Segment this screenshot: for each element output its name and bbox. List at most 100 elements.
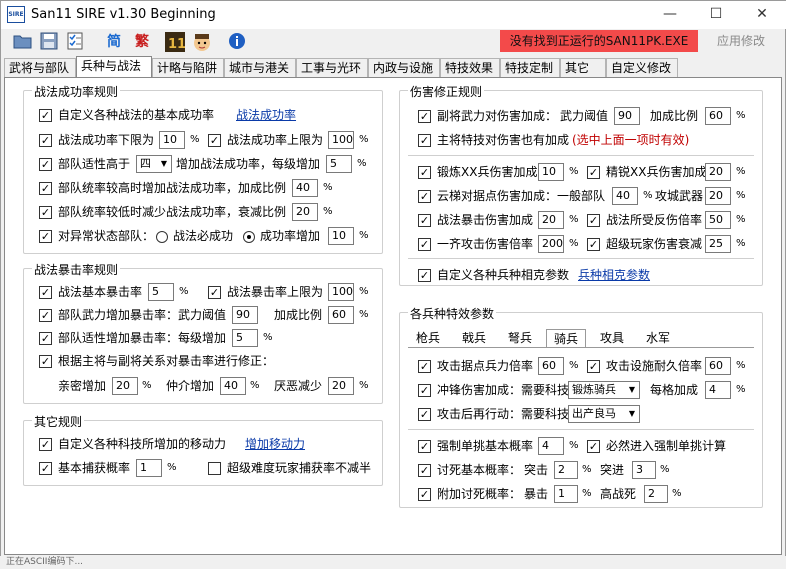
kill-base-checkbox[interactable]: ✓: [418, 464, 431, 477]
tech-move-link[interactable]: 增加移动力: [245, 435, 305, 453]
tactic-min-checkbox[interactable]: ✓: [39, 134, 52, 147]
vice-force-checkbox[interactable]: ✓: [418, 110, 431, 123]
atk-base-input[interactable]: 60: [538, 357, 564, 375]
hard-capture-checkbox[interactable]: [208, 462, 221, 475]
dislike-input[interactable]: 20: [328, 377, 354, 395]
maximize-button[interactable]: ☐: [693, 1, 739, 29]
minimize-button[interactable]: —: [647, 1, 693, 29]
tab-works-auras[interactable]: 工事与光环: [296, 58, 368, 78]
charge-input[interactable]: 4: [705, 381, 731, 399]
kill-advance-input[interactable]: 3: [632, 461, 656, 479]
tab-custom-mods[interactable]: 自定义修改: [606, 58, 678, 78]
reaction-checkbox[interactable]: ✓: [418, 408, 431, 421]
subtab-spear[interactable]: 枪兵: [408, 329, 448, 347]
info-icon[interactable]: [226, 31, 248, 53]
subtab-siege[interactable]: 攻具: [592, 329, 632, 347]
tech-move-checkbox[interactable]: ✓: [39, 438, 52, 451]
custom-tactic-rate-checkbox[interactable]: ✓: [39, 109, 52, 122]
tab-other[interactable]: 其它: [560, 58, 606, 78]
mediator-input[interactable]: 40: [220, 377, 246, 395]
main-skill-checkbox[interactable]: ✓: [418, 134, 431, 147]
subtab-cavalry[interactable]: 骑兵: [546, 329, 586, 347]
simplified-chinese-icon[interactable]: 简: [103, 31, 125, 53]
aptitude-level-select[interactable]: 四 ▼: [136, 155, 172, 173]
reaction-tech-select[interactable]: 出产良马 ▼: [568, 405, 640, 423]
lead-high-checkbox[interactable]: ✓: [39, 182, 52, 195]
avatar-icon[interactable]: [191, 31, 213, 53]
tab-skill-custom[interactable]: 特技定制: [500, 58, 560, 78]
crit-force-ratio-input[interactable]: 60: [328, 306, 354, 324]
duel-base-checkbox[interactable]: ✓: [418, 440, 431, 453]
tactic-aptitude-input[interactable]: 5: [326, 155, 352, 173]
subtab-halberd[interactable]: 戟兵: [454, 329, 494, 347]
crit-force-checkbox[interactable]: ✓: [39, 309, 52, 322]
super-player-input[interactable]: 25: [705, 235, 731, 253]
atk-durable-input[interactable]: 60: [705, 357, 731, 375]
tactic-counter-checkbox[interactable]: ✓: [587, 214, 600, 227]
capture-input[interactable]: 1: [136, 459, 162, 477]
volley-checkbox[interactable]: ✓: [418, 238, 431, 251]
siege-input[interactable]: 20: [705, 187, 731, 205]
must-succeed-radio[interactable]: [156, 231, 168, 243]
tab-officers-units[interactable]: 武将与部队: [4, 58, 76, 78]
crit-aptitude-checkbox[interactable]: ✓: [39, 332, 52, 345]
ladder-checkbox[interactable]: ✓: [418, 190, 431, 203]
super-player-checkbox[interactable]: ✓: [587, 238, 600, 251]
rate-increase-radio[interactable]: [243, 231, 255, 243]
crit-relation-checkbox[interactable]: ✓: [39, 355, 52, 368]
duel-must-checkbox[interactable]: ✓: [587, 440, 600, 453]
crit-cap-checkbox[interactable]: ✓: [208, 286, 221, 299]
san11-game-icon[interactable]: 11: [164, 31, 186, 53]
counter-params-link[interactable]: 兵种相克参数: [578, 266, 650, 284]
forge-checkbox[interactable]: ✓: [418, 166, 431, 179]
tactic-counter-input[interactable]: 50: [705, 211, 731, 229]
extra-kill-crit-input[interactable]: 1: [554, 485, 578, 503]
checklist-icon[interactable]: [64, 31, 86, 53]
atk-base-checkbox[interactable]: ✓: [418, 360, 431, 373]
volley-input[interactable]: 200: [538, 235, 564, 253]
tab-troops-tactics[interactable]: 兵种与战法: [76, 56, 152, 78]
extra-kill-high-input[interactable]: 2: [644, 485, 668, 503]
subtab-crossbow[interactable]: 弩兵: [500, 329, 540, 347]
tactic-aptitude-checkbox[interactable]: ✓: [39, 158, 52, 171]
abnormal-increase-input[interactable]: 10: [328, 227, 354, 245]
forge-input[interactable]: 10: [538, 163, 564, 181]
tactic-crit-input[interactable]: 20: [538, 211, 564, 229]
lead-low-checkbox[interactable]: ✓: [39, 206, 52, 219]
crit-base-checkbox[interactable]: ✓: [39, 286, 52, 299]
crit-base-input[interactable]: 5: [148, 283, 174, 301]
tactic-max-checkbox[interactable]: ✓: [208, 134, 221, 147]
capture-checkbox[interactable]: ✓: [39, 462, 52, 475]
crit-aptitude-input[interactable]: 5: [232, 329, 258, 347]
extra-kill-checkbox[interactable]: ✓: [418, 488, 431, 501]
charge-tech-select[interactable]: 锻炼骑兵 ▼: [568, 381, 640, 399]
subtab-navy[interactable]: 水军: [638, 329, 678, 347]
tactic-max-input[interactable]: 100: [328, 131, 354, 149]
kill-assault-input[interactable]: 2: [554, 461, 578, 479]
tab-cities-ports[interactable]: 城市与港关: [224, 58, 296, 78]
abnormal-state-checkbox[interactable]: ✓: [39, 230, 52, 243]
crit-force-threshold-input[interactable]: 90: [232, 306, 258, 324]
vice-force-ratio-input[interactable]: 60: [705, 107, 731, 125]
tab-skill-effects[interactable]: 特技效果: [440, 58, 500, 78]
tab-domestic-facilities[interactable]: 内政与设施: [368, 58, 440, 78]
duel-base-input[interactable]: 4: [538, 437, 564, 455]
tactic-crit-checkbox[interactable]: ✓: [418, 214, 431, 227]
crit-cap-input[interactable]: 100: [328, 283, 354, 301]
open-folder-icon[interactable]: [12, 31, 34, 53]
lead-low-input[interactable]: 20: [292, 203, 318, 221]
charge-checkbox[interactable]: ✓: [418, 384, 431, 397]
elite-input[interactable]: 20: [705, 163, 731, 181]
apply-changes-button[interactable]: 应用修改: [706, 30, 776, 52]
tactic-rate-link[interactable]: 战法成功率: [236, 106, 296, 124]
tactic-min-input[interactable]: 10: [159, 131, 185, 149]
save-disk-icon[interactable]: [38, 31, 60, 53]
ladder-input[interactable]: 40: [612, 187, 638, 205]
vice-force-threshold-input[interactable]: 90: [614, 107, 640, 125]
close-button[interactable]: ✕: [739, 1, 785, 29]
elite-checkbox[interactable]: ✓: [587, 166, 600, 179]
traditional-chinese-icon[interactable]: 繁: [131, 31, 153, 53]
tab-schemes-traps[interactable]: 计略与陷阱: [152, 58, 224, 78]
intimate-input[interactable]: 20: [112, 377, 138, 395]
atk-durable-checkbox[interactable]: ✓: [587, 360, 600, 373]
